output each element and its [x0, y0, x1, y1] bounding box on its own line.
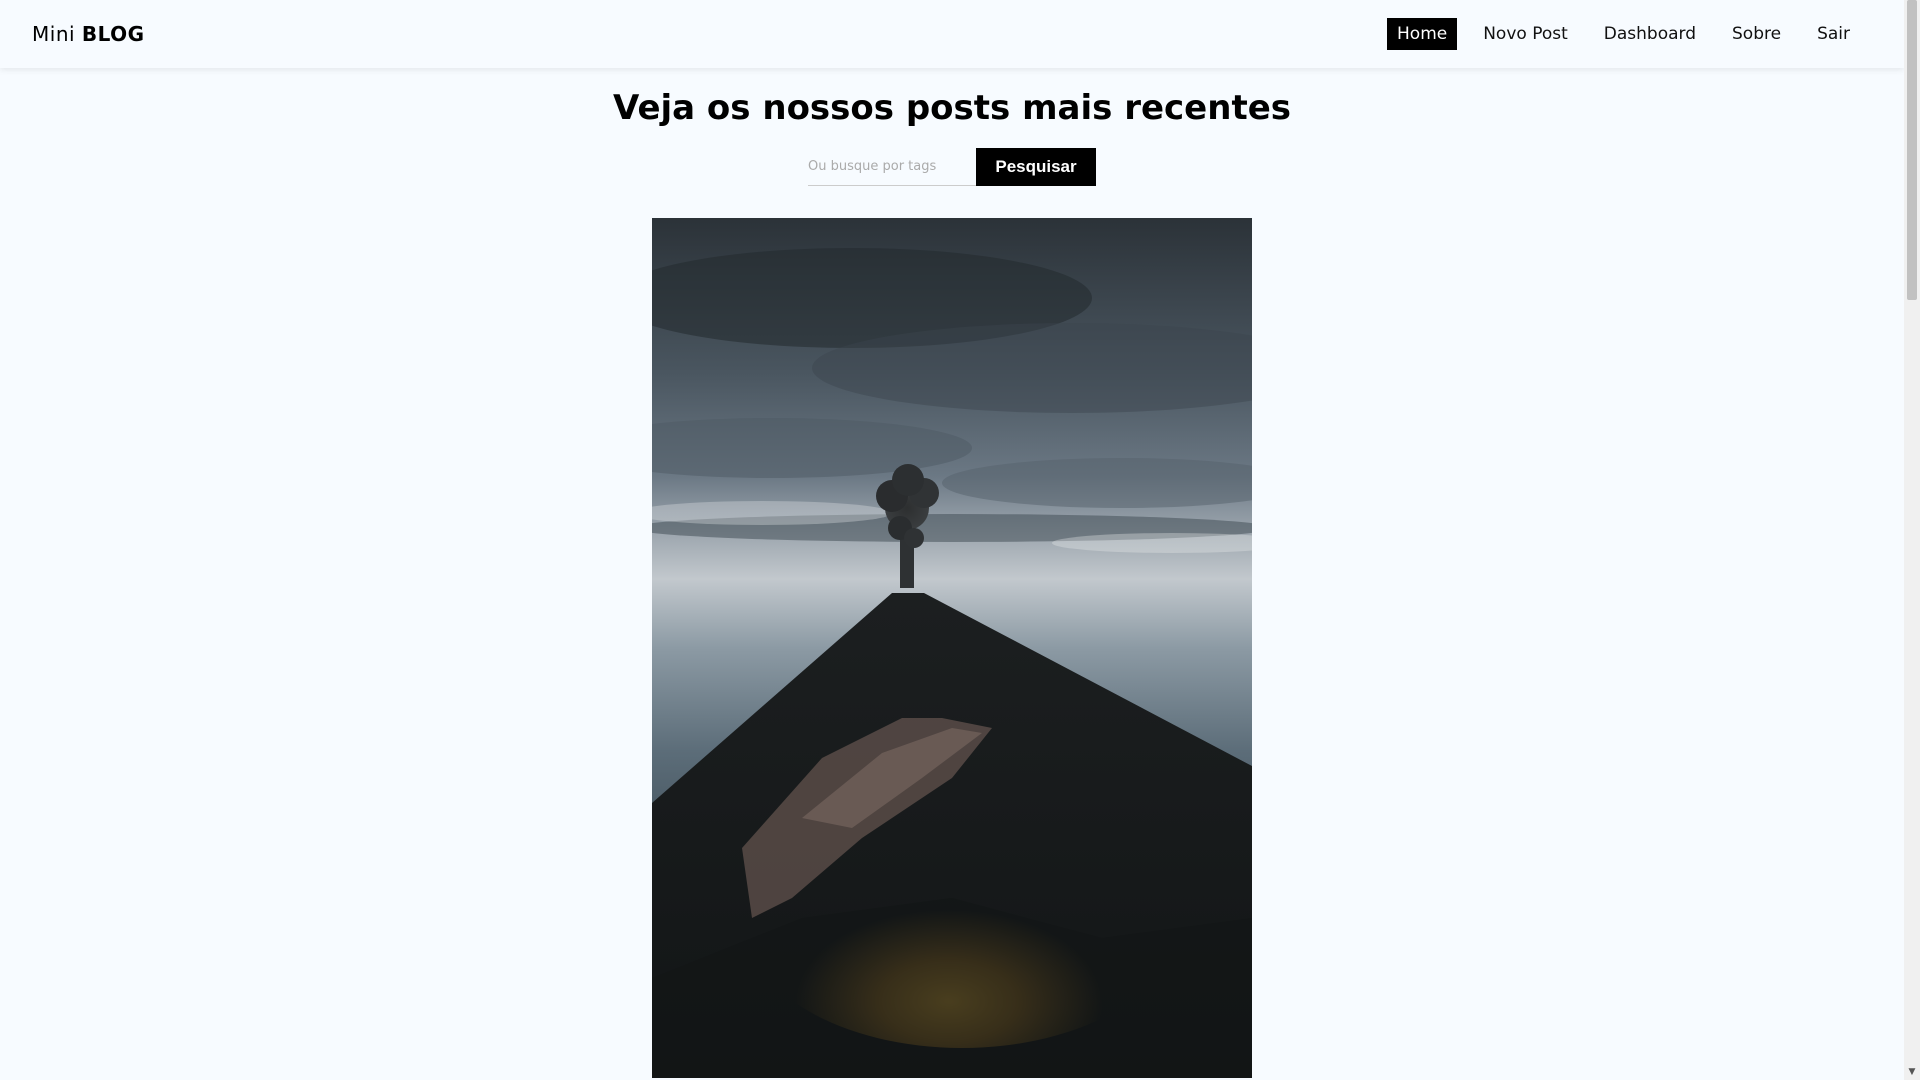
nav-item-novo-post[interactable]: Novo Post: [1473, 18, 1578, 50]
nav-item-home[interactable]: Home: [1387, 18, 1458, 50]
nav-item-dashboard[interactable]: Dashboard: [1594, 18, 1706, 50]
search-form: Pesquisar: [808, 148, 1096, 186]
nav-item-sobre[interactable]: Sobre: [1722, 18, 1791, 50]
nav-item-sair[interactable]: Sair: [1807, 18, 1860, 50]
navbar: Mini BLOG Home Novo Post Dashboard Sobre…: [0, 0, 1904, 68]
main-content: Veja os nossos posts mais recentes Pesqu…: [0, 68, 1904, 1078]
brand-logo[interactable]: Mini BLOG: [32, 22, 145, 46]
brand-name: BLOG: [81, 22, 145, 46]
volcano-photo: [652, 218, 1252, 1078]
page-title: Veja os nossos posts mais recentes: [612, 88, 1291, 128]
nav-menu: Home Novo Post Dashboard Sobre Sair: [1371, 18, 1860, 50]
post-image[interactable]: [652, 218, 1252, 1078]
search-button[interactable]: Pesquisar: [976, 148, 1096, 186]
brand-prefix: Mini: [32, 22, 76, 46]
scrollbar[interactable]: ▼: [1904, 0, 1920, 1080]
scroll-thumb[interactable]: [1907, 0, 1917, 300]
search-input[interactable]: [808, 148, 976, 186]
chevron-down-icon[interactable]: ▼: [1904, 1064, 1920, 1080]
